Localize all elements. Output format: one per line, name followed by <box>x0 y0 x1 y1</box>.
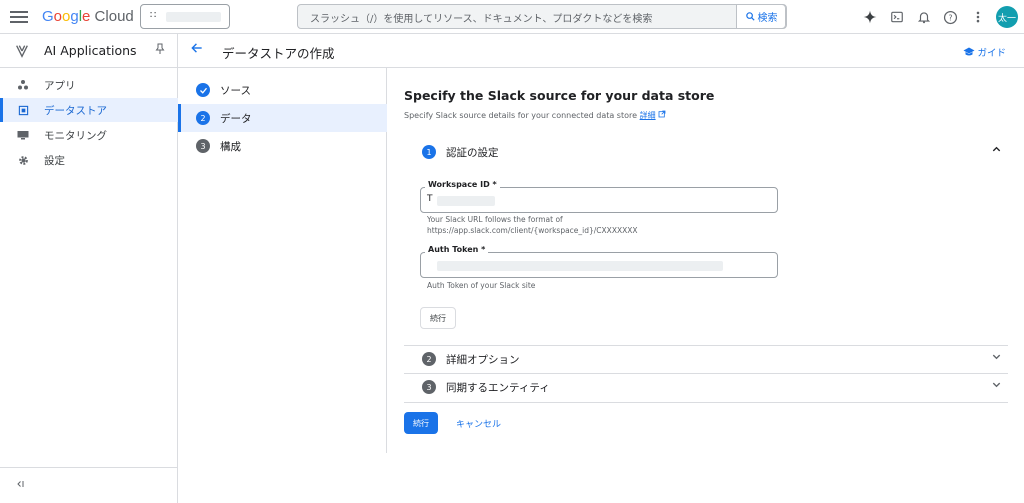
collapse-nav-icon[interactable] <box>16 479 26 492</box>
left-nav: AI Applications アプリ データストア モニタリング 設定 <box>0 34 178 503</box>
project-icon: ∷ <box>150 10 157 21</box>
back-arrow-icon[interactable] <box>190 41 204 59</box>
section-title: 詳細オプション <box>446 354 520 366</box>
ai-applications-icon <box>16 45 28 58</box>
sidebar-item-label: 設定 <box>44 154 65 167</box>
cancel-button[interactable]: キャンセル <box>456 412 501 434</box>
app-root: Google Cloud ∷ スラッシュ（/）を使用してリソース、ドキュメント、… <box>0 0 1024 503</box>
avatar[interactable]: 太一 <box>996 6 1018 28</box>
redacted-value <box>437 196 495 206</box>
product-header: AI Applications <box>0 34 178 68</box>
help-icon[interactable]: ? <box>942 7 959 27</box>
top-bar: Google Cloud ∷ スラッシュ（/）を使用してリソース、ドキュメント、… <box>0 0 1024 34</box>
gemini-spark-icon[interactable] <box>861 7 878 27</box>
form-title: Specify the Slack source for your data s… <box>404 88 715 103</box>
chevron-down-icon[interactable] <box>991 351 1002 365</box>
section-title: 同期するエンティティ <box>446 382 550 394</box>
step-source[interactable]: ソース <box>178 76 387 104</box>
step-label: データ <box>220 112 252 125</box>
project-name-redacted <box>166 12 221 22</box>
section-title: 認証の設定 <box>446 147 499 159</box>
school-icon <box>963 47 975 56</box>
sidebar-item-label: データストア <box>44 104 107 117</box>
divider <box>404 402 1008 403</box>
step-number: 2 <box>196 111 210 125</box>
guide-link[interactable]: ガイド <box>963 45 1006 59</box>
section-advanced-options[interactable]: 2 詳細オプション <box>404 345 1008 373</box>
section-continue-button[interactable]: 続行 <box>420 307 456 329</box>
section-auth[interactable]: 1 認証の設定 <box>404 138 1008 166</box>
apps-icon <box>16 78 30 92</box>
settings-icon <box>16 153 30 167</box>
sidebar-item-apps[interactable]: アプリ <box>0 73 178 97</box>
search-input[interactable]: スラッシュ（/）を使用してリソース、ドキュメント、プロダクトなどを検索 <box>310 10 652 25</box>
check-icon <box>196 83 210 97</box>
sidebar-item-datastore[interactable]: データストア <box>0 98 178 122</box>
cloud-shell-icon[interactable] <box>888 7 905 27</box>
sidebar-item-monitoring[interactable]: モニタリング <box>0 123 178 147</box>
step-number: 3 <box>196 139 210 153</box>
section-number: 1 <box>422 145 436 159</box>
pin-icon[interactable] <box>155 43 165 58</box>
continue-button[interactable]: 続行 <box>404 412 438 434</box>
project-picker[interactable]: ∷ <box>140 4 230 29</box>
datastore-icon <box>16 103 30 117</box>
chevron-down-icon[interactable] <box>991 379 1002 393</box>
search-icon <box>745 12 755 21</box>
top-icons: ? 太一 <box>861 6 1018 28</box>
main-menu-icon[interactable] <box>10 8 28 26</box>
monitoring-icon <box>16 128 30 142</box>
google-cloud-logo[interactable]: Google Cloud <box>42 8 134 25</box>
notifications-icon[interactable] <box>915 7 932 27</box>
details-link[interactable]: 詳細 <box>640 111 656 120</box>
sidebar-item-label: モニタリング <box>44 129 107 142</box>
step-config[interactable]: 3 構成 <box>178 132 387 160</box>
workspace-id-label: Workspace ID * <box>425 180 500 189</box>
product-title: AI Applications <box>44 43 137 58</box>
page-header: データストアの作成 ガイド <box>178 34 1024 68</box>
auth-token-hint: Auth Token of your Slack site <box>427 281 536 290</box>
section-number: 2 <box>422 352 436 366</box>
section-sync-entities[interactable]: 3 同期するエンティティ <box>404 373 1008 401</box>
open-in-new-icon[interactable] <box>658 110 666 118</box>
chevron-up-icon[interactable] <box>991 144 1002 158</box>
workspace-id-hint: Your Slack URL follows the format of htt… <box>427 215 638 235</box>
redacted-token <box>437 261 723 271</box>
auth-token-field[interactable]: Auth Token * <box>420 245 778 278</box>
svg-text:?: ? <box>949 13 953 22</box>
stepper: ソース 2 データ 3 構成 <box>178 68 387 453</box>
sidebar-item-settings[interactable]: 設定 <box>0 148 178 172</box>
search-button[interactable]: 検索 <box>736 4 786 29</box>
section-number: 3 <box>422 380 436 394</box>
sidebar-item-label: アプリ <box>44 79 76 92</box>
auth-token-label: Auth Token * <box>425 245 489 254</box>
step-label: 構成 <box>220 140 241 153</box>
nav-footer <box>0 467 178 503</box>
workspace-id-field[interactable]: Workspace ID * T <box>420 180 778 213</box>
step-label: ソース <box>220 84 251 97</box>
form-subtitle: Specify Slack source details for your co… <box>404 110 666 121</box>
more-vert-icon[interactable] <box>969 7 986 27</box>
search-bar[interactable]: スラッシュ（/）を使用してリソース、ドキュメント、プロダクトなどを検索 検索 <box>297 4 787 29</box>
workspace-id-value[interactable]: T <box>427 194 433 204</box>
step-data[interactable]: 2 データ <box>178 104 387 132</box>
page-title: データストアの作成 <box>222 46 335 61</box>
